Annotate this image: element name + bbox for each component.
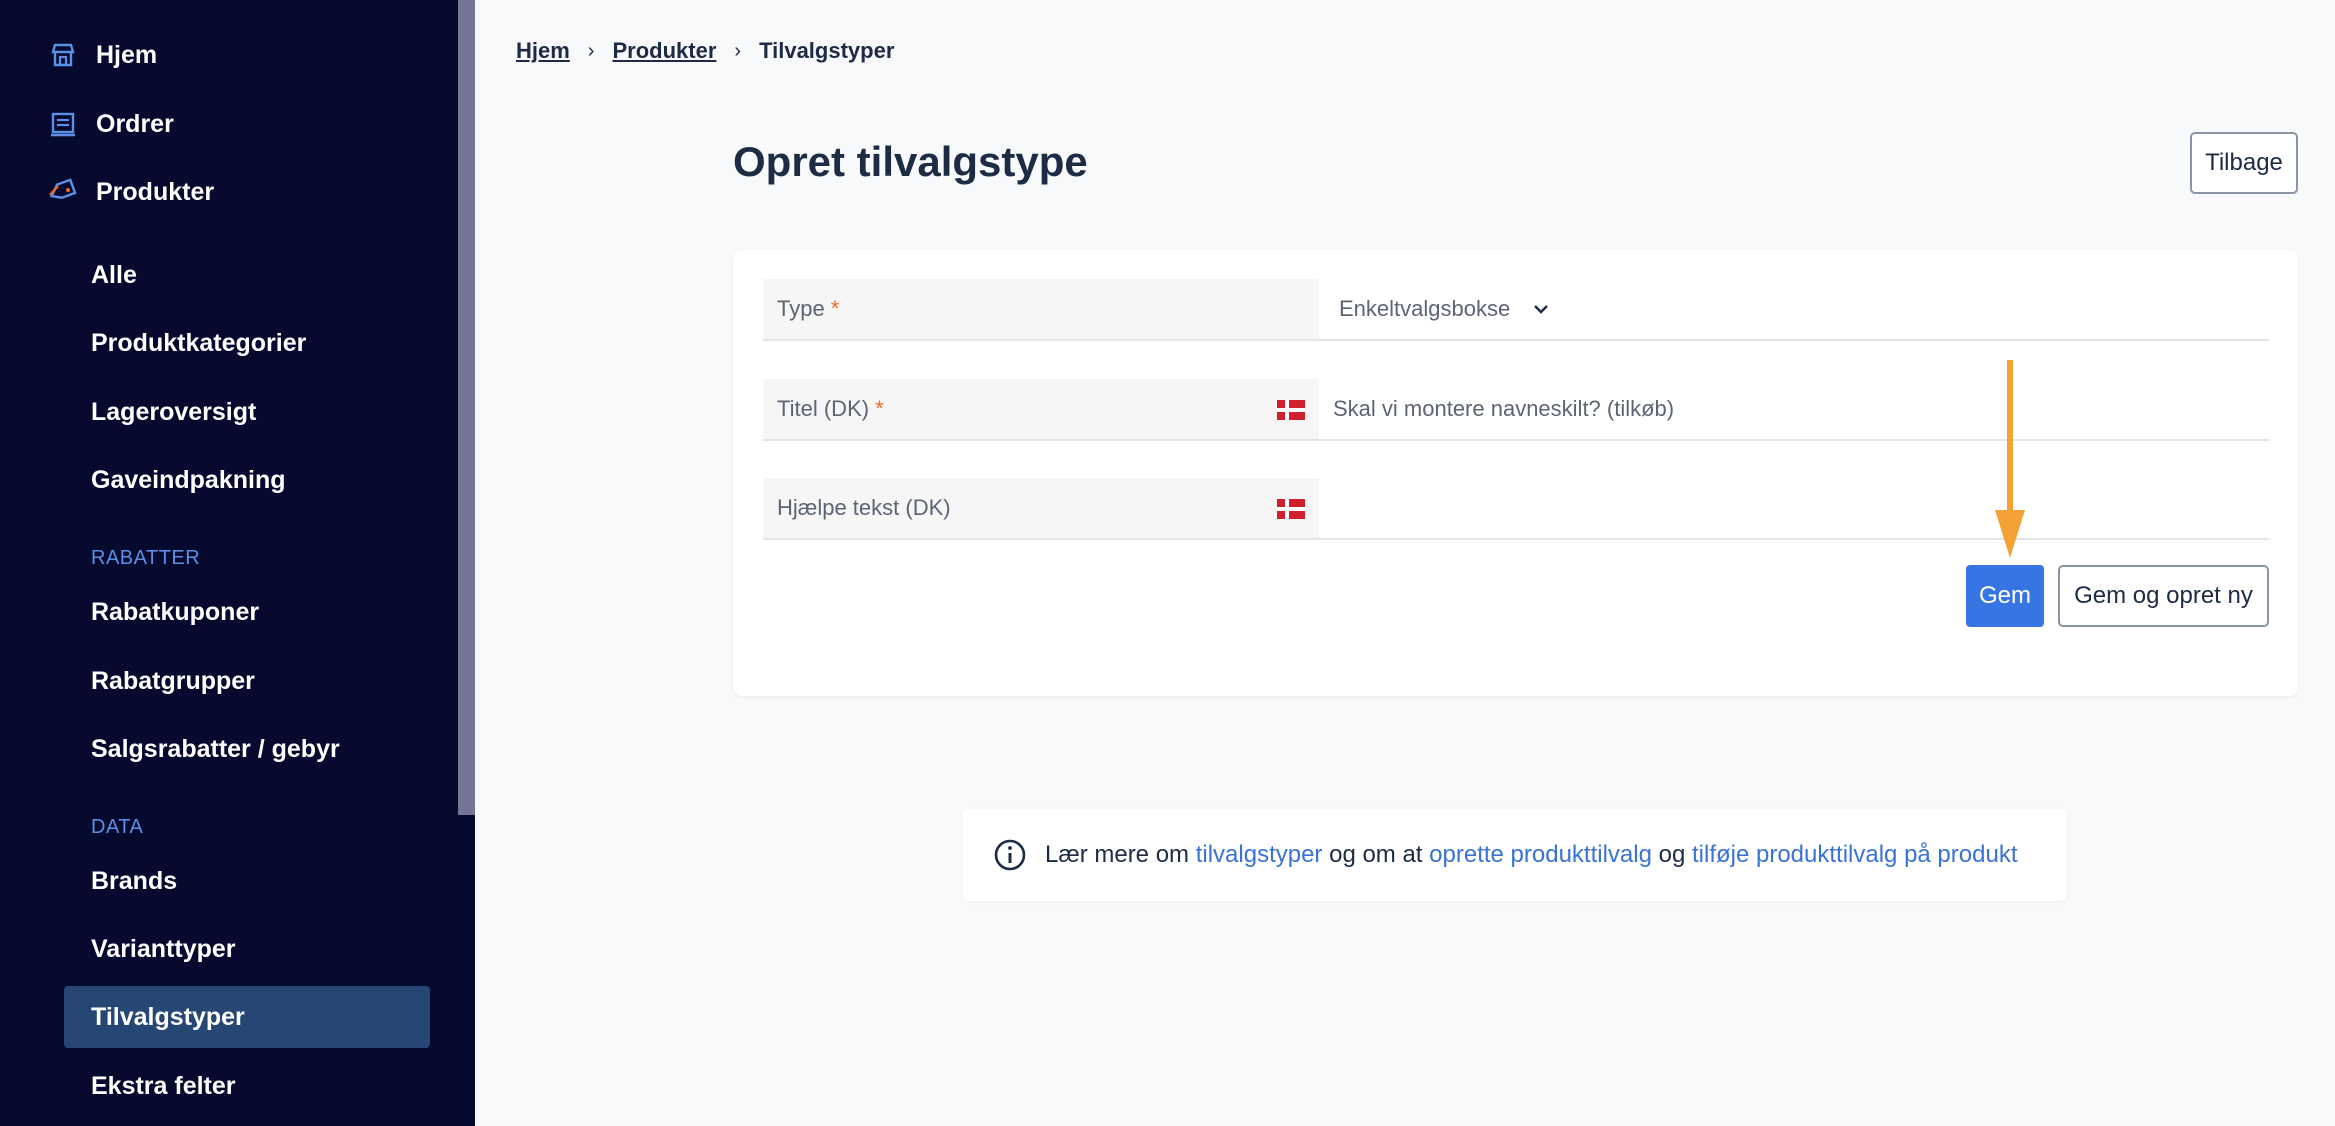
sidebar-item-alle[interactable]: Alle	[64, 244, 430, 306]
tag-icon	[48, 177, 78, 207]
help-text-row: Hjælpe tekst (DK)	[763, 478, 2269, 540]
danish-flag-icon	[1277, 499, 1305, 519]
help-text-label-text: Hjælpe tekst (DK)	[777, 495, 951, 520]
info-box: Lær mere om tilvalgstyper og om at opret…	[963, 809, 2067, 901]
annotation-arrow-icon	[1995, 360, 2025, 558]
sidebar-item-label: Brands	[91, 866, 178, 895]
sidebar-item-label: Rabatgrupper	[91, 666, 255, 695]
link-tilvalgstyper[interactable]: tilvalgstyper	[1196, 841, 1323, 869]
breadcrumb-home[interactable]: Hjem	[516, 38, 570, 64]
sidebar-item-salgsrabatter[interactable]: Salgsrabatter / gebyr	[64, 718, 430, 780]
title-label-text: Titel (DK)	[777, 396, 870, 421]
sidebar-item-home[interactable]: Hjem	[48, 24, 414, 86]
title-input[interactable]	[1319, 379, 2269, 439]
sidebar-item-label: Salgsrabatter / gebyr	[91, 734, 340, 763]
sidebar-item-varianttyper[interactable]: Varianttyper	[64, 918, 430, 980]
form-card: Type* Enkeltvalgsbokse Titel (DK)* Hjælp…	[733, 250, 2298, 696]
chevron-right-icon: ›	[587, 39, 595, 62]
required-mark: *	[830, 296, 840, 321]
title-row: Titel (DK) *	[763, 379, 2269, 441]
orders-icon	[48, 109, 78, 139]
type-row: Type * Enkeltvalgsbokse	[763, 279, 2269, 341]
sidebar-item-label: Gaveindpakning	[91, 465, 286, 494]
sidebar-item-gaveindpakning[interactable]: Gaveindpakning	[64, 449, 430, 511]
sidebar-item-label: Alle	[91, 260, 137, 289]
sidebar-item-rabatkuponer[interactable]: Rabatkuponer	[64, 581, 430, 643]
type-label: Type *	[763, 279, 1319, 339]
sidebar-item-ekstra-felter[interactable]: Ekstra felter	[64, 1055, 430, 1117]
breadcrumb-current: Tilvalgstyper	[759, 38, 895, 63]
link-tilfoeje-produkttilvalg[interactable]: tilføje produkttilvalg på produkt	[1692, 841, 2018, 869]
sidebar-item-products[interactable]: Produkter	[48, 161, 414, 223]
sidebar-item-rabatgrupper[interactable]: Rabatgrupper	[64, 650, 430, 712]
sidebar-item-label: Produkter	[96, 177, 215, 206]
danish-flag-icon	[1277, 400, 1305, 420]
sidebar-item-label: Rabatkuponer	[91, 597, 260, 626]
type-select[interactable]: Enkeltvalgsbokse	[1339, 279, 1550, 339]
link-oprette-produkttilvalg[interactable]: oprette produkttilvalg	[1429, 841, 1652, 869]
sidebar-scrollbar-thumb[interactable]	[458, 0, 475, 815]
help-text-label: Hjælpe tekst (DK)	[763, 478, 1319, 538]
chevron-down-icon	[1532, 303, 1550, 315]
type-select-value: Enkeltvalgsbokse	[1339, 296, 1511, 321]
chevron-right-icon: ›	[734, 39, 742, 62]
breadcrumb-products[interactable]: Produkter	[612, 38, 716, 64]
sidebar-item-orders[interactable]: Ordrer	[48, 93, 414, 155]
title-label: Titel (DK) *	[763, 379, 1319, 439]
back-button[interactable]: Tilbage	[2190, 132, 2298, 194]
sidebar-item-label: Ordrer	[96, 109, 174, 138]
section-heading-data: DATA	[91, 816, 144, 838]
type-label-text: Type	[777, 296, 825, 321]
sidebar-item-label: Varianttyper	[91, 934, 236, 963]
info-icon	[993, 838, 1027, 872]
info-text: og om at	[1322, 841, 1430, 868]
save-and-create-new-button[interactable]: Gem og opret ny	[2058, 565, 2269, 627]
sidebar-item-label: Tilvalgstyper	[91, 1002, 245, 1031]
save-button[interactable]: Gem	[1966, 565, 2044, 627]
help-text-input[interactable]	[1319, 478, 2269, 538]
sidebar-item-label: Ekstra felter	[91, 1071, 236, 1100]
required-mark: *	[875, 396, 884, 421]
info-text: og	[1651, 841, 1692, 868]
sidebar: Hjem Ordrer Produkter Alle Produktkatego…	[0, 0, 475, 1126]
info-text: Lær mere om	[1045, 841, 1196, 868]
sidebar-item-lageroversigt[interactable]: Lageroversigt	[64, 381, 430, 443]
sidebar-item-label: Hjem	[96, 40, 158, 69]
sidebar-item-label: Produktkategorier	[91, 328, 307, 357]
sidebar-item-brands[interactable]: Brands	[64, 850, 430, 912]
page-title: Opret tilvalgstype	[733, 138, 1088, 185]
shop-icon	[48, 40, 78, 70]
sidebar-item-tilvalgstyper[interactable]: Tilvalgstyper	[64, 986, 430, 1048]
breadcrumb: Hjem › Produkter › Tilvalgstyper	[516, 38, 894, 64]
section-heading-rabatter: RABATTER	[91, 547, 201, 569]
sidebar-item-label: Lageroversigt	[91, 397, 257, 426]
sidebar-item-produktkategorier[interactable]: Produktkategorier	[64, 312, 430, 374]
